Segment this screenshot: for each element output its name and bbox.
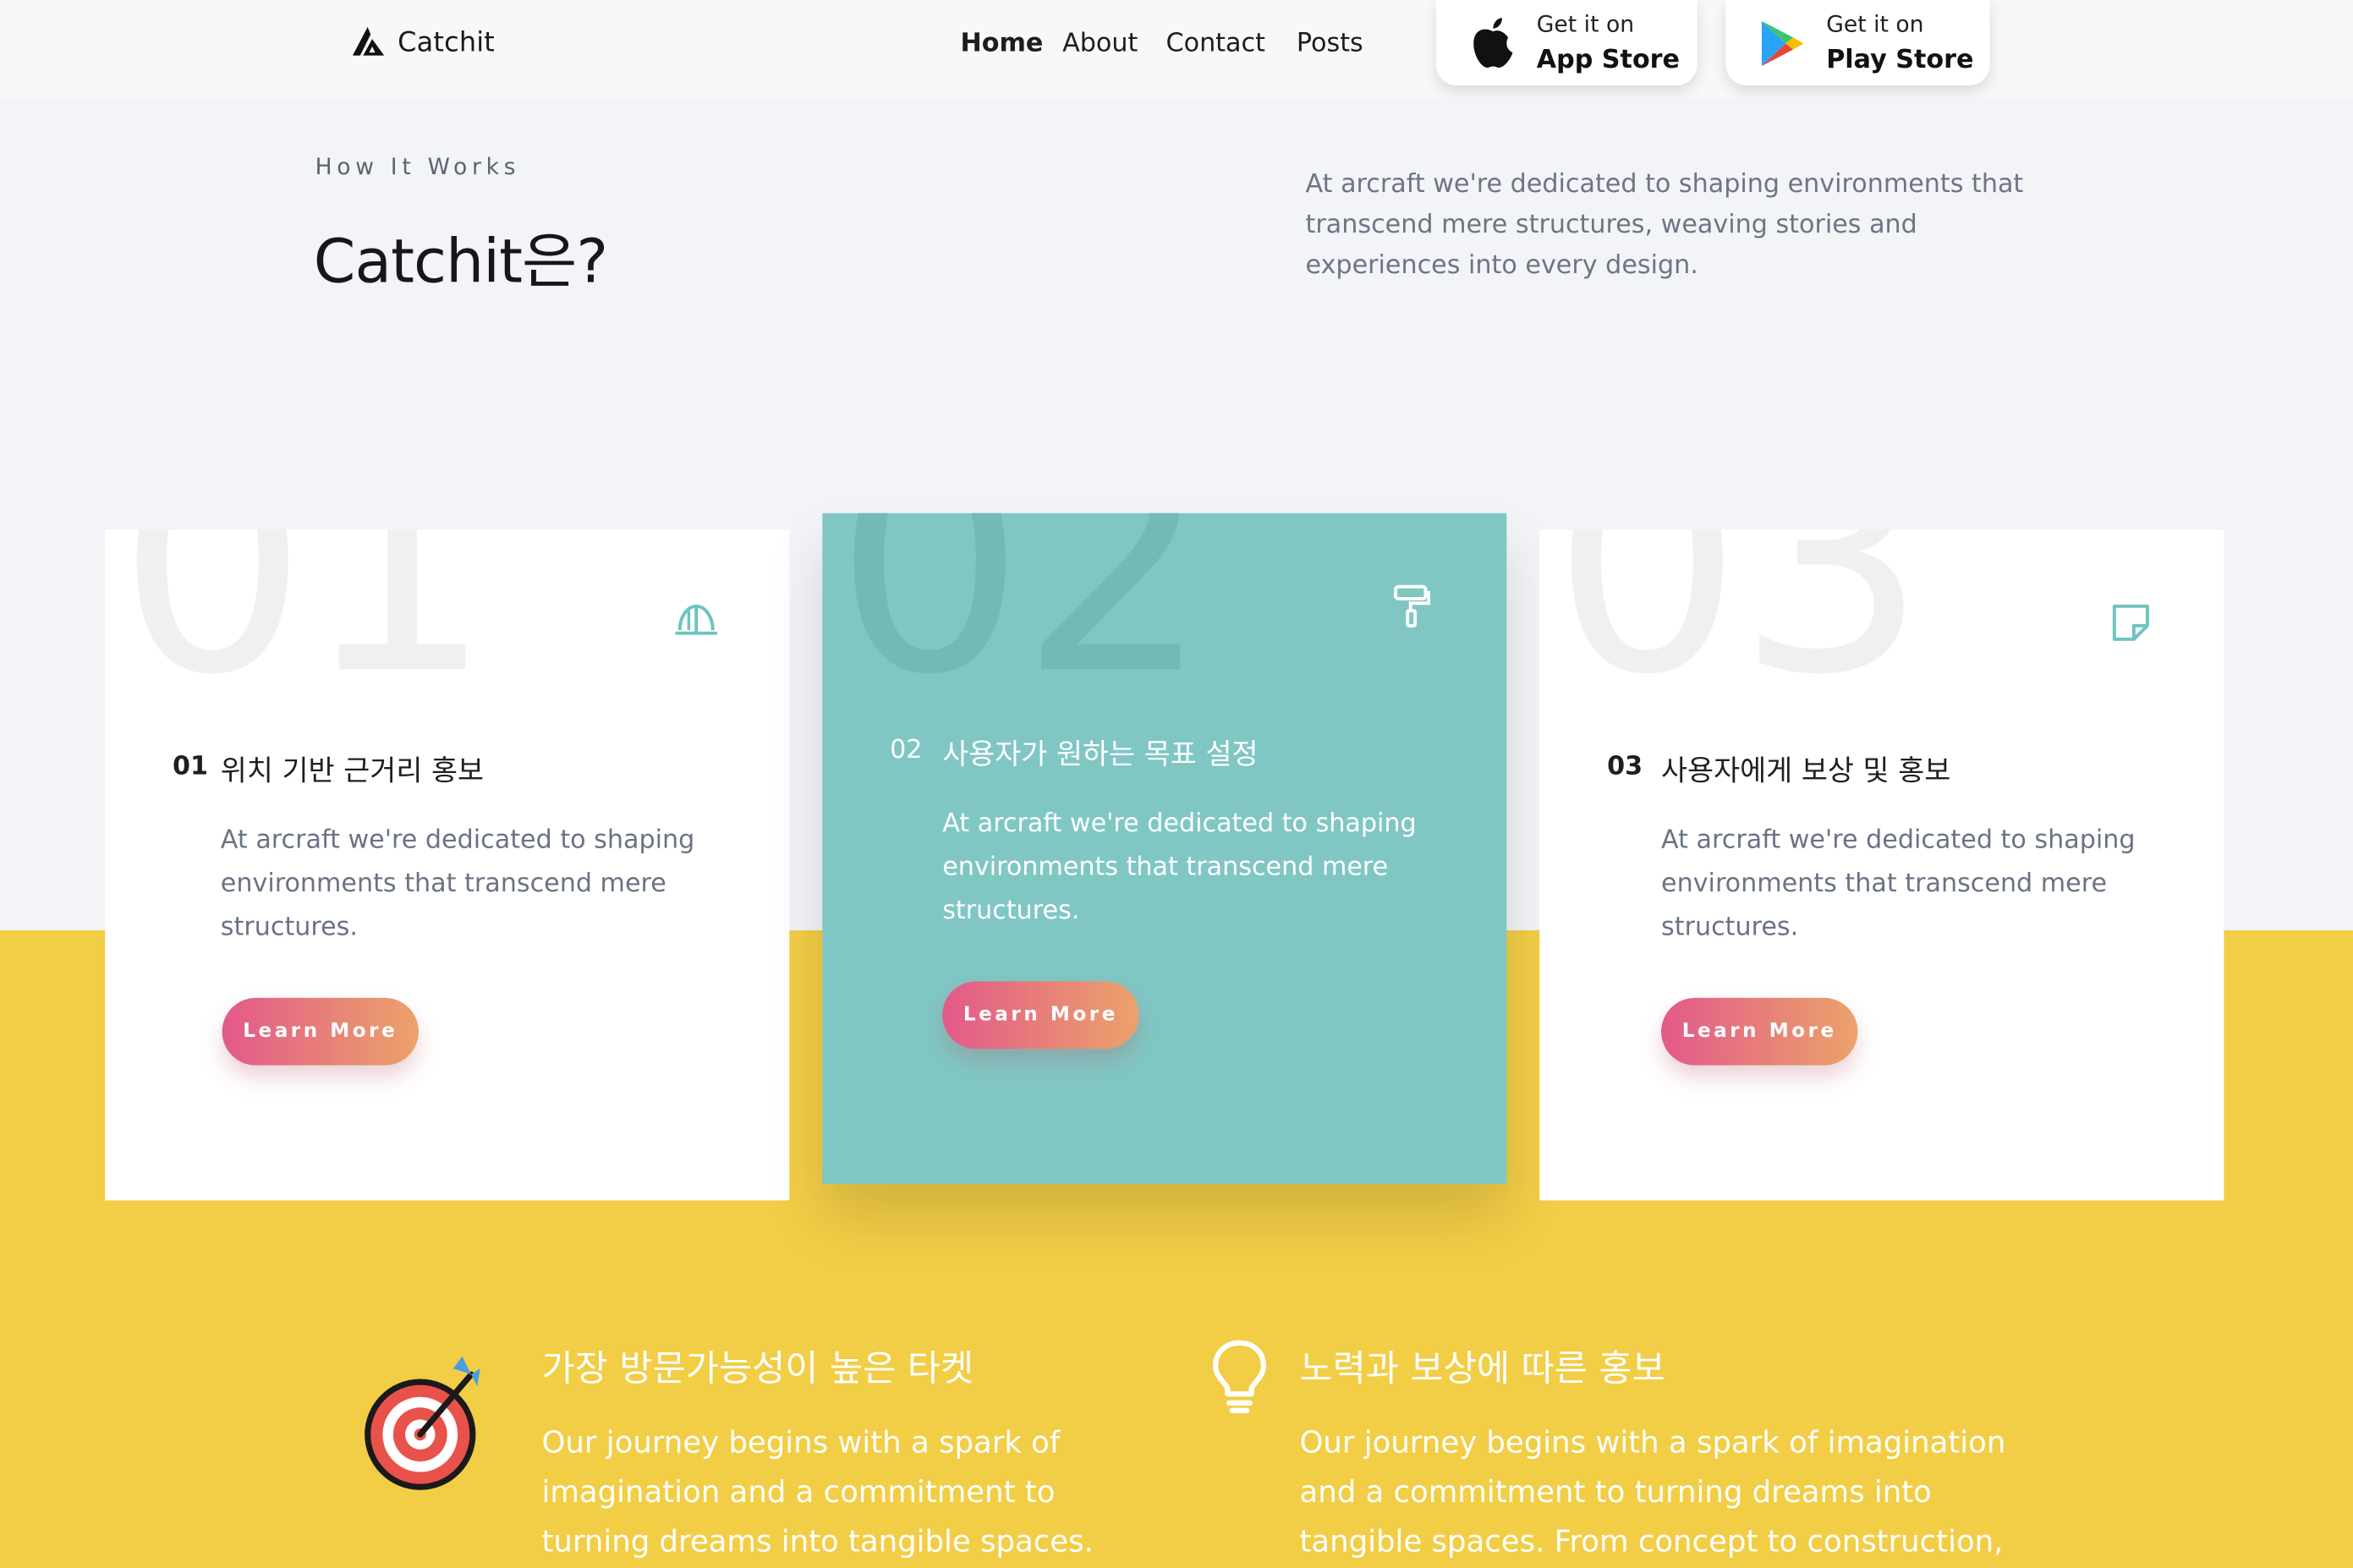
step-card-3: 03 03 사용자에게 보상 및 홍보 At arcraft we're ded… — [1539, 529, 2224, 1201]
section-description: At arcraft we're dedicated to shaping en… — [1305, 169, 2024, 281]
card-1-title: 위치 기반 근거리 홍보 — [220, 754, 485, 788]
card-1-learn-more-button[interactable]: Learn More — [222, 997, 420, 1066]
app-store-small: Get it on — [1536, 10, 1635, 38]
paint-roller-icon — [1394, 584, 1430, 628]
play-store-small: Get it on — [1826, 10, 1924, 38]
helmet-icon — [675, 604, 718, 635]
logo[interactable]: Catchit — [351, 25, 495, 58]
apple-icon — [1473, 18, 1513, 69]
card-1-number: 01 — [173, 751, 209, 782]
card-2-title: 사용자가 원하는 목표 설정 — [942, 737, 1259, 771]
card-3-description: At arcraft we're dedicated to shaping en… — [1661, 825, 2136, 943]
lightbulb-icon — [1212, 1340, 1266, 1413]
feature-2-description: Our journey begins with a spark of imagi… — [1299, 1423, 2006, 1560]
card-2-number: 02 — [890, 735, 923, 765]
card-2-watermark-number: 02 — [834, 513, 1209, 742]
card-3-learn-more-button[interactable]: Learn More — [1661, 997, 1858, 1066]
feature-2-title: 노력과 보상에 따른 홍보 — [1299, 1347, 1665, 1390]
logo-text: Catchit — [398, 26, 496, 58]
card-2-description: At arcraft we're dedicated to shaping en… — [942, 809, 1417, 926]
nav-home[interactable]: Home — [960, 29, 1043, 58]
logo-icon — [352, 26, 385, 56]
page: Catchit Home About Contact Posts Get it … — [0, 0, 2353, 1568]
section-title: Catchit은? — [313, 228, 608, 298]
card-3-watermark-number: 03 — [1551, 529, 1928, 742]
card-3-title: 사용자에게 보상 및 홍보 — [1661, 754, 1951, 788]
step-card-2: 02 02 사용자가 원하는 목표 설정 At arcraft we're de… — [822, 513, 1507, 1184]
feature-1-description: Our journey begins with a spark of imagi… — [541, 1423, 1094, 1560]
target-icon — [365, 1356, 480, 1490]
card-2-learn-more-button[interactable]: Learn More — [942, 981, 1139, 1050]
step-card-1: 01 01 위치 기반 근거리 홍보 At arcraft we're dedi… — [105, 529, 790, 1201]
sticky-note-icon — [2112, 604, 2149, 641]
section-eyebrow: How It Works — [315, 152, 521, 180]
card-3-number: 03 — [1607, 751, 1643, 782]
card-1-watermark-number: 01 — [117, 529, 492, 742]
nav-posts[interactable]: Posts — [1297, 29, 1363, 58]
app-store-label: App Store — [1536, 45, 1681, 75]
nav-about[interactable]: About — [1062, 29, 1138, 58]
nav-contact[interactable]: Contact — [1166, 29, 1265, 58]
play-store-button[interactable]: Get it on Play Store — [1725, 0, 1990, 86]
feature-1-title: 가장 방문가능성이 높은 타켓 — [541, 1347, 974, 1390]
play-store-icon — [1761, 20, 1804, 67]
app-store-button[interactable]: Get it on App Store — [1435, 0, 1698, 86]
play-store-label: Play Store — [1826, 45, 1974, 75]
card-1-description: At arcraft we're dedicated to shaping en… — [220, 825, 695, 943]
header: Catchit Home About Contact Posts Get it … — [0, 0, 2353, 100]
